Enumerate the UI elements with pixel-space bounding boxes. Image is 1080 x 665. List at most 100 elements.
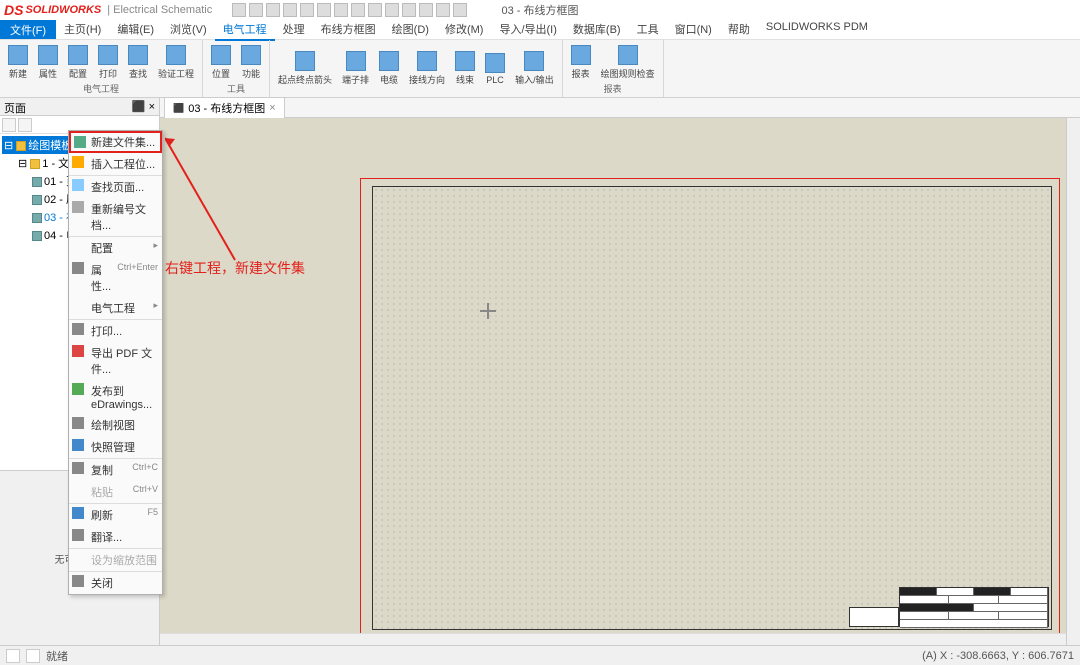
- qat-opt-icon[interactable]: [453, 3, 467, 17]
- menu-item[interactable]: 数据库(B): [565, 19, 629, 41]
- qat-print-icon[interactable]: [283, 3, 297, 17]
- menu-item[interactable]: 编辑(E): [109, 19, 162, 41]
- context-menu-item[interactable]: 关闭: [69, 571, 162, 594]
- menu-item[interactable]: 绘图(D): [384, 19, 437, 41]
- qat-cut-icon[interactable]: [334, 3, 348, 17]
- menu-item[interactable]: SOLIDWORKS PDM: [758, 19, 876, 41]
- drawing-canvas[interactable]: [160, 118, 1080, 645]
- context-menu-item: 粘贴Ctrl+V: [69, 481, 162, 503]
- ribbon-icon: [346, 51, 366, 71]
- ctx-item-icon: [72, 462, 84, 474]
- context-menu-item[interactable]: 重新编号文档...: [69, 198, 162, 236]
- file-menu-button[interactable]: 文件(F): [0, 20, 56, 39]
- title-bar: DS SOLIDWORKS | Electrical Schematic 03 …: [0, 0, 1080, 20]
- menu-item[interactable]: 电气工程: [215, 19, 275, 41]
- menu-item[interactable]: 主页(H): [56, 19, 109, 41]
- panel-dock-controls[interactable]: ⬛ ×: [132, 100, 155, 113]
- ctx-item-icon: [72, 323, 84, 335]
- ribbon-button[interactable]: 打印: [94, 42, 122, 82]
- ribbon-button[interactable]: 功能: [237, 42, 265, 82]
- menu-item[interactable]: 工具: [629, 19, 667, 41]
- ctx-item-icon: [72, 383, 84, 395]
- ribbon-button[interactable]: 接线方向: [405, 42, 449, 95]
- ctx-item-icon: [72, 507, 84, 519]
- status-bar: 就绪 (A) X : -308.6663, Y : 606.7671: [0, 645, 1080, 665]
- context-menu-item[interactable]: 查找页面...: [69, 175, 162, 198]
- context-menu-item[interactable]: 新建文件集...: [69, 131, 162, 153]
- qat-zoom-icon[interactable]: [402, 3, 416, 17]
- qat-save-icon[interactable]: [266, 3, 280, 17]
- context-menu-item[interactable]: 属性...Ctrl+Enter: [69, 259, 162, 297]
- context-menu-item[interactable]: 绘制视图: [69, 414, 162, 436]
- ribbon-button[interactable]: 新建: [4, 42, 32, 82]
- qat-paste-icon[interactable]: [368, 3, 382, 17]
- context-menu-item[interactable]: 刷新F5: [69, 503, 162, 526]
- file-icon: [32, 195, 42, 205]
- qat-find-icon[interactable]: [385, 3, 399, 17]
- ribbon-button[interactable]: 输入/输出: [511, 42, 558, 95]
- qat-tool-icon[interactable]: [436, 3, 450, 17]
- tree-collapse-icon[interactable]: [2, 118, 16, 132]
- qat-redo-icon[interactable]: [317, 3, 331, 17]
- ribbon-icon: [417, 51, 437, 71]
- tree-expand-icon[interactable]: [18, 118, 32, 132]
- context-menu-item[interactable]: 打印...: [69, 319, 162, 342]
- ribbon: 新建属性配置打印查找验证工程电气工程位置功能工具起点终点箭头端子排电缆接线方向线…: [0, 40, 1080, 98]
- panel-header: 页面 ⬛ ×: [0, 98, 159, 116]
- app-logo: DS SOLIDWORKS | Electrical Schematic: [4, 2, 212, 18]
- ribbon-button[interactable]: 起点终点箭头: [274, 42, 336, 95]
- horizontal-scrollbar[interactable]: [160, 633, 1066, 645]
- ribbon-icon: [8, 45, 28, 65]
- status-btn-2[interactable]: [26, 649, 40, 663]
- ribbon-icon: [166, 45, 186, 65]
- file-icon: [32, 231, 42, 241]
- submenu-arrow-icon: ▸: [153, 240, 158, 256]
- vertical-scrollbar[interactable]: [1066, 118, 1080, 645]
- context-menu-item[interactable]: 插入工程位...: [69, 153, 162, 175]
- title-block: [899, 587, 1049, 627]
- status-btn-1[interactable]: [6, 649, 20, 663]
- ribbon-button[interactable]: 电缆: [375, 42, 403, 95]
- ribbon-icon: [241, 45, 261, 65]
- menu-item[interactable]: 浏览(V): [162, 19, 215, 41]
- qat-open-icon[interactable]: [249, 3, 263, 17]
- qat-undo-icon[interactable]: [300, 3, 314, 17]
- sheet-border-inner: [372, 186, 1052, 630]
- ribbon-button[interactable]: PLC: [481, 42, 509, 95]
- ribbon-button[interactable]: 配置: [64, 42, 92, 82]
- ribbon-button[interactable]: 查找: [124, 42, 152, 82]
- ribbon-group: 新建属性配置打印查找验证工程电气工程: [0, 40, 203, 97]
- context-menu-item[interactable]: 复制Ctrl+C: [69, 458, 162, 481]
- ribbon-button[interactable]: 端子排: [338, 42, 373, 95]
- menu-item[interactable]: 布线方框图: [313, 19, 384, 41]
- qat-new-icon[interactable]: [232, 3, 246, 17]
- ribbon-button[interactable]: 位置: [207, 42, 235, 82]
- qat-help-icon[interactable]: [419, 3, 433, 17]
- qat-copy-icon[interactable]: [351, 3, 365, 17]
- ribbon-button[interactable]: 报表: [567, 42, 595, 82]
- context-menu-item[interactable]: 翻译...: [69, 526, 162, 548]
- menu-item[interactable]: 处理: [275, 19, 313, 41]
- ribbon-icon: [485, 53, 505, 73]
- context-menu-item[interactable]: 导出 PDF 文件...: [69, 342, 162, 380]
- folder-icon: [16, 141, 26, 151]
- context-menu-item[interactable]: 发布到 eDrawings...: [69, 380, 162, 414]
- menu-item[interactable]: 修改(M): [437, 19, 492, 41]
- menu-item[interactable]: 窗口(N): [667, 19, 720, 41]
- document-tab[interactable]: ⬛ 03 - 布线方框图 ×: [164, 97, 285, 118]
- menu-item[interactable]: 帮助: [720, 19, 758, 41]
- ribbon-group: 位置功能工具: [203, 40, 270, 97]
- context-menu-item[interactable]: 电气工程▸: [69, 297, 162, 319]
- menu-item[interactable]: 导入/导出(I): [491, 19, 564, 41]
- file-icon: [32, 213, 42, 223]
- status-coordinates: (A) X : -308.6663, Y : 606.7671: [922, 650, 1074, 662]
- tab-close-button[interactable]: ×: [269, 102, 275, 114]
- ribbon-button[interactable]: 线束: [451, 42, 479, 95]
- ribbon-button[interactable]: 验证工程: [154, 42, 198, 82]
- ribbon-icon: [524, 51, 544, 71]
- ribbon-button[interactable]: 属性: [34, 42, 62, 82]
- context-menu-item[interactable]: 快照管理: [69, 436, 162, 458]
- ctx-item-icon: [72, 262, 84, 274]
- ribbon-button[interactable]: 绘图规则检查: [597, 42, 659, 82]
- context-menu-item[interactable]: 配置▸: [69, 236, 162, 259]
